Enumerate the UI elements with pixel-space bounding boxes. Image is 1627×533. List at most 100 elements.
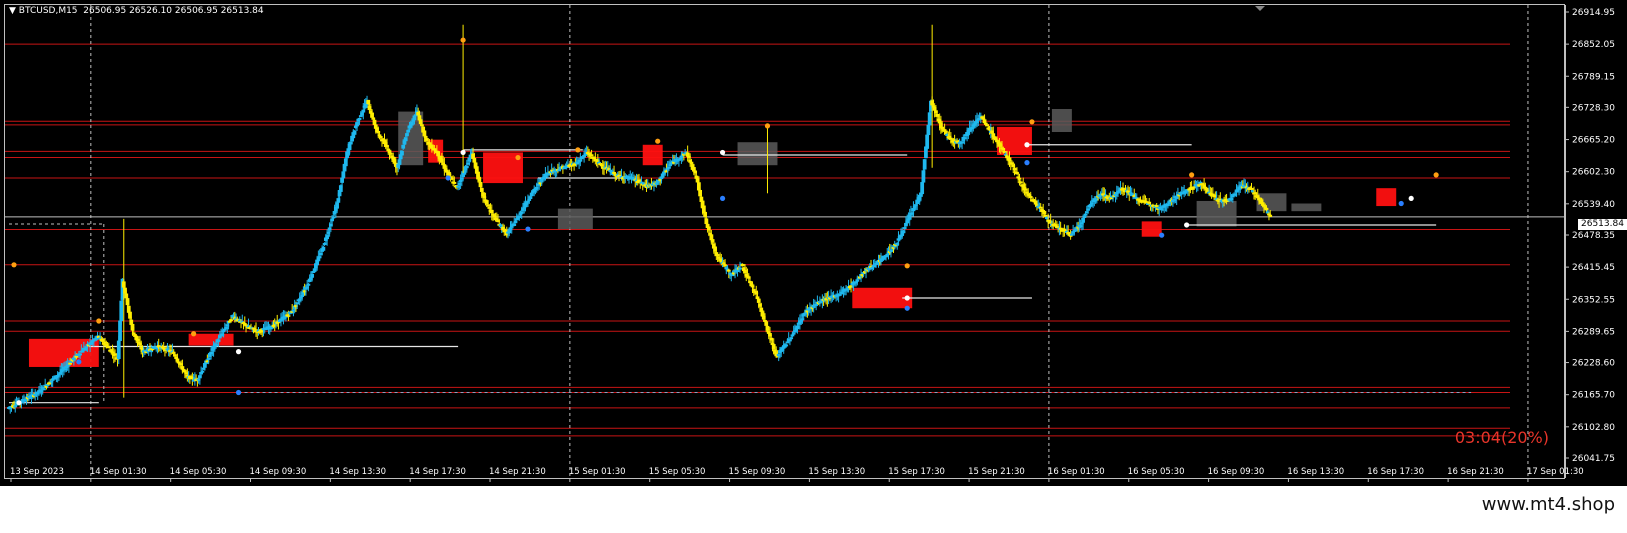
price-chart[interactable]: 26914.95 26852.05 26789.15 26728.30 26665.20… bbox=[0, 0, 1627, 486]
orange-signal-dot bbox=[904, 263, 910, 269]
zone-box bbox=[1291, 203, 1322, 212]
orange-signal-dot bbox=[11, 262, 17, 268]
orange-signal-dot bbox=[96, 318, 102, 324]
y-tick-label: 26478.35 bbox=[1572, 231, 1615, 241]
zone-box bbox=[642, 144, 663, 166]
y-tick-label: 26539.40 bbox=[1572, 200, 1615, 210]
candle-body bbox=[216, 339, 221, 342]
candle-body bbox=[200, 370, 205, 373]
candle-body bbox=[1268, 214, 1273, 217]
chart-header: ▼ BTCUSD,M15 26506.95 26526.10 26506.95 … bbox=[9, 6, 264, 16]
candle-body bbox=[1154, 205, 1159, 208]
candle-body bbox=[784, 344, 789, 347]
candle-body bbox=[1249, 187, 1254, 190]
orange-signal-dot bbox=[191, 331, 197, 337]
y-tick-label: 26165.70 bbox=[1572, 391, 1615, 401]
candle-body bbox=[922, 159, 927, 170]
white-signal-dot bbox=[460, 149, 466, 156]
candle-body bbox=[769, 337, 774, 341]
candle-body bbox=[738, 267, 742, 270]
last-price-label: 26513.84 bbox=[1578, 219, 1627, 230]
candle-body bbox=[1042, 210, 1047, 214]
candle-body bbox=[1028, 196, 1033, 199]
zone-box bbox=[1141, 221, 1162, 237]
x-tick-label: 16 Sep 13:30 bbox=[1287, 467, 1344, 477]
ohlc-values: 26506.95 26526.10 26506.95 26513.84 bbox=[83, 6, 264, 16]
candle-body bbox=[1017, 177, 1022, 180]
candle-body bbox=[464, 165, 469, 169]
candle-body bbox=[357, 117, 362, 120]
white-signal-dot bbox=[1184, 222, 1190, 228]
candle-body bbox=[735, 269, 740, 272]
x-tick-label: 15 Sep 05:30 bbox=[649, 467, 706, 477]
candle-body bbox=[425, 138, 429, 141]
candle-body bbox=[331, 216, 336, 219]
blue-signal-dot bbox=[525, 226, 531, 232]
candle-body bbox=[42, 388, 46, 391]
x-tick-label: 15 Sep 01:30 bbox=[569, 467, 626, 477]
blue-signal-dot bbox=[445, 175, 451, 181]
candle-body bbox=[78, 353, 82, 356]
orange-signal-dot bbox=[1433, 172, 1439, 178]
candle-body bbox=[855, 279, 860, 282]
menu-triangle-icon[interactable]: ▼ bbox=[9, 6, 19, 16]
orange-signal-dot bbox=[655, 138, 661, 144]
blue-signal-dot bbox=[1398, 200, 1404, 207]
y-tick-label: 26665.20 bbox=[1572, 136, 1615, 146]
zone-box bbox=[557, 208, 593, 230]
candle-body bbox=[400, 150, 404, 156]
candle-body bbox=[119, 300, 124, 322]
orange-signal-dot bbox=[575, 147, 581, 153]
candle-body bbox=[789, 337, 794, 340]
blue-signal-dot bbox=[76, 359, 82, 365]
symbol-label: BTCUSD,M15 bbox=[18, 6, 78, 16]
zone-box bbox=[1376, 188, 1397, 207]
x-tick-label: 14 Sep 01:30 bbox=[90, 467, 147, 477]
blue-signal-dot bbox=[1159, 232, 1165, 238]
candle-body bbox=[489, 209, 494, 214]
white-signal-dot bbox=[1408, 195, 1414, 202]
y-tick-label: 26852.05 bbox=[1572, 40, 1615, 50]
zone-box bbox=[1196, 200, 1237, 227]
candle-body bbox=[1018, 181, 1023, 184]
candle-body bbox=[1081, 217, 1085, 223]
x-tick-label: 14 Sep 21:30 bbox=[489, 467, 546, 477]
x-tick-label: 16 Sep 01:30 bbox=[1048, 467, 1105, 477]
candle-body bbox=[229, 319, 233, 322]
blue-signal-dot bbox=[235, 389, 242, 396]
candle-body bbox=[403, 137, 408, 142]
blue-signal-dot bbox=[904, 305, 910, 311]
x-tick-label: 15 Sep 13:30 bbox=[808, 467, 865, 477]
blue-signal-dot bbox=[719, 195, 726, 202]
candle-body bbox=[589, 154, 594, 157]
white-signal-dot bbox=[1024, 142, 1030, 148]
footer-band: www.mt4.shop bbox=[0, 486, 1627, 533]
x-tick-label: 16 Sep 21:30 bbox=[1447, 467, 1504, 477]
candle-body bbox=[740, 263, 745, 267]
chart-background bbox=[0, 0, 1627, 486]
x-tick-label: 16 Sep 09:30 bbox=[1208, 467, 1265, 477]
candle-body bbox=[134, 335, 139, 340]
candle-body bbox=[715, 254, 720, 257]
y-tick-label: 26728.30 bbox=[1572, 103, 1615, 113]
candle-timer: 03:04(20%) bbox=[1454, 428, 1549, 447]
x-tick-label: 16 Sep 05:30 bbox=[1128, 467, 1185, 477]
candle-body bbox=[706, 226, 711, 231]
candle-body bbox=[452, 181, 457, 184]
x-tick-label: 16 Sep 17:30 bbox=[1367, 467, 1424, 477]
orange-signal-dot bbox=[764, 123, 771, 129]
y-tick-label: 26602.30 bbox=[1572, 168, 1615, 178]
x-tick-label: 13 Sep 2023 bbox=[10, 467, 64, 477]
brand-watermark[interactable]: www.mt4.shop bbox=[1482, 494, 1615, 515]
x-tick-label: 14 Sep 13:30 bbox=[329, 467, 386, 477]
y-tick-label: 26228.60 bbox=[1572, 359, 1615, 369]
candle-body bbox=[74, 355, 79, 358]
x-tick-label: 14 Sep 09:30 bbox=[250, 467, 307, 477]
orange-signal-dot bbox=[1189, 172, 1195, 178]
candle-body bbox=[388, 152, 393, 155]
candle-body bbox=[479, 187, 484, 192]
candle-body bbox=[310, 273, 315, 278]
candle-body bbox=[335, 202, 339, 209]
x-tick-label: 17 Sep 01:30 bbox=[1527, 467, 1584, 477]
candle-body bbox=[214, 343, 218, 347]
